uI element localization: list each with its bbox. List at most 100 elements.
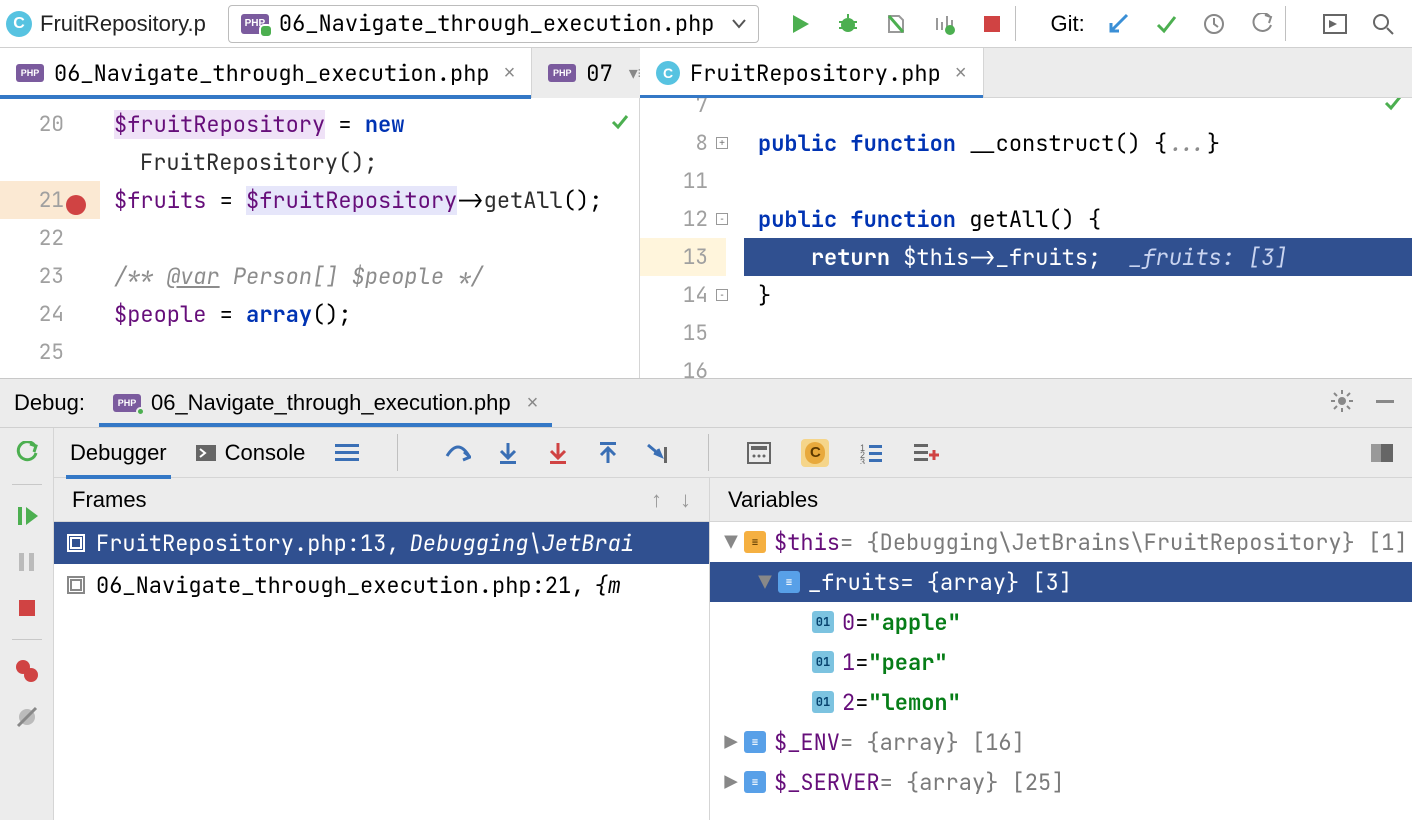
- step-out-button[interactable]: [594, 439, 622, 467]
- git-update-button[interactable]: [1103, 9, 1133, 39]
- chevron-down-icon: [732, 19, 746, 29]
- variables-header: Variables: [710, 478, 1412, 522]
- run-config-select[interactable]: PHP 06_Navigate_through_execution.php: [228, 5, 760, 43]
- evaluate-expression-button[interactable]: [745, 439, 773, 467]
- inspection-ok-icon: [611, 113, 629, 131]
- class-icon: C: [656, 61, 680, 85]
- resume-button[interactable]: [12, 501, 42, 531]
- code-right[interactable]: public function __construct() {...}publi…: [744, 98, 1412, 378]
- debug-settings-button[interactable]: [1330, 389, 1354, 413]
- code-left[interactable]: $fruitRepository = newFruitRepository();…: [100, 105, 639, 371]
- main-toolbar: C FruitRepository.p PHP 06_Navigate_thro…: [0, 0, 1412, 48]
- editor-tab[interactable]: C FruitRepository.php ×: [640, 48, 984, 98]
- close-icon[interactable]: ×: [527, 392, 539, 415]
- fold-toggle[interactable]: +: [716, 137, 728, 149]
- add-watch-button[interactable]: [913, 439, 941, 467]
- profile-button[interactable]: [929, 9, 959, 39]
- frames-list[interactable]: FruitRepository.php:13, Debugging\JetBra…: [54, 522, 709, 606]
- breadcrumb-file[interactable]: FruitRepository.p: [40, 11, 206, 37]
- variable-row[interactable]: ▶≡$_SERVER = {array} [25]: [710, 762, 1412, 802]
- frames-pane: Frames ↑ ↓ FruitRepository.php:13, Debug…: [54, 478, 710, 820]
- variable-row[interactable]: 012 = "lemon": [710, 682, 1412, 722]
- stack-frame[interactable]: 06_Navigate_through_execution.php:21, {m: [54, 564, 709, 606]
- gutter-right[interactable]: 78111213141516: [640, 98, 726, 378]
- editor-area: 202122232425 $fruitRepository = newFruit…: [0, 98, 1412, 378]
- gutter-left[interactable]: 202122232425: [0, 105, 100, 371]
- layout-button[interactable]: [1368, 439, 1396, 467]
- variables-pane: Variables ▼≡$this = {Debugging\JetBrains…: [710, 478, 1412, 820]
- coverage-button[interactable]: [881, 9, 911, 39]
- debug-session-label: 06_Navigate_through_execution.php: [151, 390, 511, 416]
- tab-label: FruitRepository.php: [690, 59, 941, 88]
- search-everywhere-button[interactable]: [1368, 9, 1398, 39]
- debug-session-tab[interactable]: PHP 06_Navigate_through_execution.php ×: [99, 379, 552, 427]
- force-step-into-button[interactable]: [544, 439, 572, 467]
- sort-vars-button[interactable]: 123: [857, 439, 885, 467]
- variable-row[interactable]: 011 = "pear": [710, 642, 1412, 682]
- misc-actions: [1294, 9, 1398, 39]
- threads-icon[interactable]: [333, 439, 361, 467]
- editor-tabs: PHP06_Navigate_through_execution.php×PHP…: [0, 48, 1412, 98]
- debugger-tab[interactable]: Debugger: [70, 428, 167, 478]
- debug-tool-window: Debug: PHP 06_Navigate_through_execution…: [0, 378, 1412, 820]
- svg-text:3: 3: [860, 457, 865, 464]
- var-type-icon: ≡: [744, 771, 766, 793]
- close-icon[interactable]: ×: [504, 62, 516, 85]
- debug-toolbar: Debugger Console C 123: [54, 428, 1412, 478]
- run-config-label: 06_Navigate_through_execution.php: [279, 9, 715, 38]
- view-breakpoints-button[interactable]: [12, 656, 42, 686]
- php-icon: PHP: [548, 64, 576, 82]
- var-type-icon: ≡: [744, 531, 766, 553]
- vcs-actions: Git:: [1024, 9, 1276, 39]
- fold-toggle[interactable]: -: [716, 289, 728, 301]
- close-icon[interactable]: ×: [955, 62, 967, 85]
- next-frame-button[interactable]: ↓: [680, 487, 691, 513]
- run-button[interactable]: [785, 9, 815, 39]
- show-execution-point-button[interactable]: C: [801, 439, 829, 467]
- stop-button[interactable]: [977, 9, 1007, 39]
- run-anything-button[interactable]: [1320, 9, 1350, 39]
- run-actions: [759, 9, 1007, 39]
- variables-tree[interactable]: ▼≡$this = {Debugging\JetBrains\FruitRepo…: [710, 522, 1412, 802]
- stack-frame[interactable]: FruitRepository.php:13, Debugging\JetBra…: [54, 522, 709, 564]
- mute-breakpoints-button[interactable]: [12, 702, 42, 732]
- fold-column[interactable]: +--: [726, 98, 744, 378]
- git-label: Git:: [1050, 11, 1084, 37]
- minimize-button[interactable]: [1374, 389, 1396, 413]
- php-icon: PHP: [113, 394, 141, 412]
- console-tab[interactable]: Console: [195, 428, 306, 478]
- var-type-icon: ≡: [744, 731, 766, 753]
- rerun-button[interactable]: [12, 438, 42, 468]
- stop-debug-button[interactable]: [12, 593, 42, 623]
- git-rollback-button[interactable]: [1247, 9, 1277, 39]
- variable-row[interactable]: ▼≡_fruits = {array} [3]: [710, 562, 1412, 602]
- debug-sidebar: [0, 428, 54, 820]
- debug-button[interactable]: [833, 9, 863, 39]
- variable-row[interactable]: ▶≡$_ENV = {array} [16]: [710, 722, 1412, 762]
- editor-right[interactable]: 78111213141516 +-- public function __con…: [640, 98, 1412, 378]
- file-type-icon: C: [6, 11, 32, 37]
- tab-label: 07: [586, 59, 612, 88]
- debug-header: Debug: PHP 06_Navigate_through_execution…: [0, 379, 1412, 427]
- editor-tab[interactable]: PHP06_Navigate_through_execution.php×: [0, 48, 532, 98]
- pause-button[interactable]: [12, 547, 42, 577]
- php-icon: PHP: [241, 14, 269, 34]
- var-type-icon: ≡: [778, 571, 800, 593]
- run-to-cursor-button[interactable]: [644, 439, 672, 467]
- frames-header: Frames ↑ ↓: [54, 478, 709, 522]
- prev-frame-button[interactable]: ↑: [651, 487, 662, 513]
- tab-label: 06_Navigate_through_execution.php: [54, 59, 490, 88]
- editor-left[interactable]: 202122232425 $fruitRepository = newFruit…: [0, 98, 640, 378]
- variable-row[interactable]: 010 = "apple": [710, 602, 1412, 642]
- breakpoint-icon[interactable]: [66, 195, 86, 215]
- step-over-button[interactable]: [444, 439, 472, 467]
- var-type-icon: 01: [812, 651, 834, 673]
- var-type-icon: 01: [812, 691, 834, 713]
- fold-toggle[interactable]: -: [716, 213, 728, 225]
- inline-hint: _fruits: [3]: [1129, 243, 1287, 272]
- git-commit-button[interactable]: [1151, 9, 1181, 39]
- variable-row[interactable]: ▼≡$this = {Debugging\JetBrains\FruitRepo…: [710, 522, 1412, 562]
- step-into-button[interactable]: [494, 439, 522, 467]
- git-history-button[interactable]: [1199, 9, 1229, 39]
- var-type-icon: 01: [812, 611, 834, 633]
